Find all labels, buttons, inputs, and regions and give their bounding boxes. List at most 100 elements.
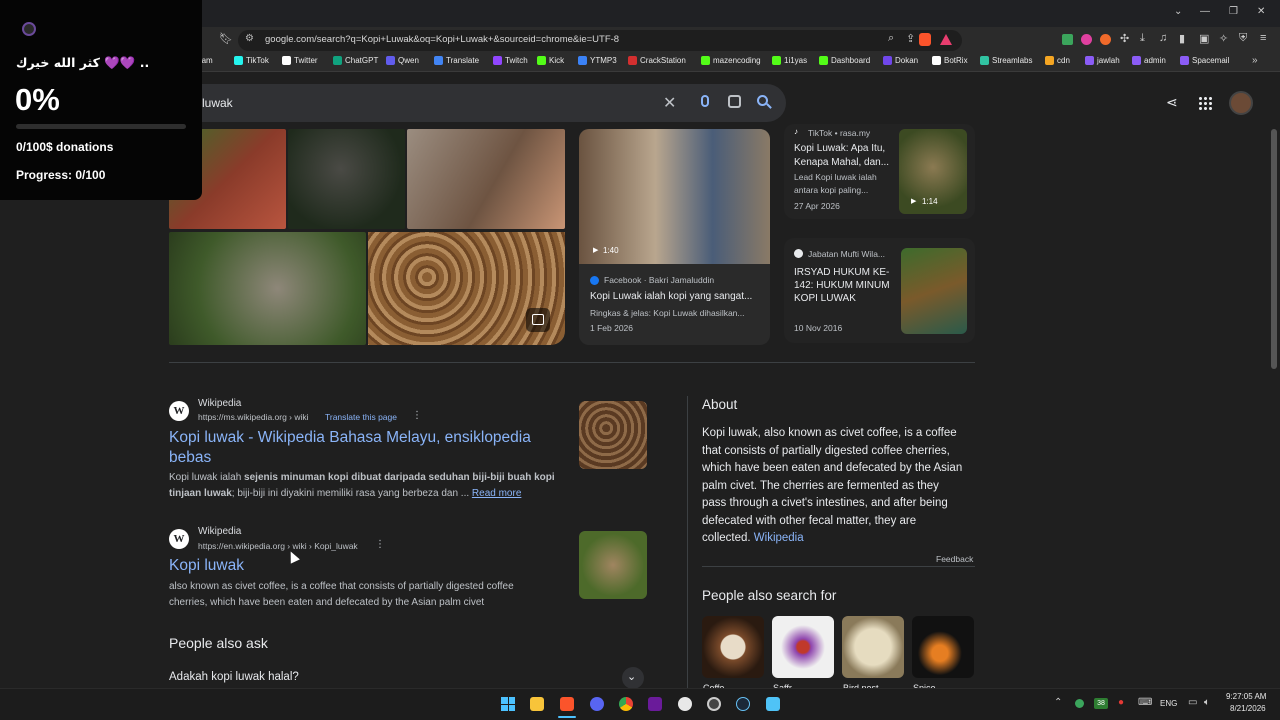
related-spice-image[interactable] (912, 616, 974, 678)
microphone-icon[interactable]: ● (1118, 697, 1124, 708)
result-url[interactable]: https://ms.wikipedia.org › wiki (198, 412, 309, 422)
related-coffee-image[interactable] (702, 616, 764, 678)
notepad-icon[interactable] (766, 697, 780, 711)
video-title[interactable]: Kopi Luwak ialah kopi yang sangat... (590, 290, 752, 303)
search-box[interactable] (170, 84, 786, 122)
keyboard-icon[interactable]: ⌨ (1138, 697, 1152, 708)
settings-icon[interactable] (678, 697, 692, 711)
bookmark-icon[interactable]: 🔖︎ (219, 32, 233, 45)
more-options-icon[interactable]: ⋮ (375, 539, 385, 550)
read-more-link[interactable]: Read more (472, 488, 521, 499)
hands-beans-image[interactable] (407, 129, 565, 229)
result-thumbnail[interactable] (579, 401, 647, 469)
network-icon[interactable]: ▭ (1188, 697, 1197, 708)
more-options-icon[interactable]: ⋮ (412, 410, 422, 421)
result-thumbnail[interactable] (579, 531, 647, 599)
bookmark-item[interactable]: BotRix (932, 56, 968, 65)
sidebar-icon[interactable]: ▮ (1179, 32, 1185, 45)
result-title[interactable]: Kopi luwak - Wikipedia Bahasa Melayu, en… (169, 428, 531, 448)
discord-icon[interactable] (590, 697, 604, 711)
video-thumbnail[interactable] (901, 248, 967, 334)
account-avatar[interactable] (1229, 91, 1253, 115)
share-page-icon[interactable]: ⇪ (906, 32, 915, 45)
related-saffron-image[interactable] (772, 616, 834, 678)
close-window-button[interactable]: ✕ (1257, 6, 1265, 17)
result-site-name[interactable]: Wikipedia (198, 398, 241, 409)
brave-rewards-icon[interactable] (940, 34, 952, 45)
bookmark-item[interactable]: CrackStation (628, 56, 686, 65)
related-bird-nest-image[interactable] (842, 616, 904, 678)
search-input[interactable]: luwak (202, 96, 233, 110)
video-title-line[interactable]: Kenapa Mahal, dan... (794, 156, 889, 169)
steam-icon[interactable] (736, 697, 750, 711)
bookmark-item[interactable]: Streamlabs (980, 56, 1032, 65)
tab-list-icon[interactable]: ⌄ (1174, 6, 1182, 17)
video-title-line[interactable]: 142: HUKUM MINUM (794, 279, 890, 292)
brave-browser-icon[interactable] (560, 697, 574, 711)
leo-ai-icon[interactable]: ✧ (1219, 32, 1228, 45)
voice-search-icon[interactable] (701, 95, 709, 107)
tray-badge[interactable]: 38 (1094, 698, 1108, 709)
bookmark-item[interactable]: Qwen (386, 56, 419, 65)
extension-icon[interactable] (1062, 34, 1073, 45)
lens-search-icon[interactable] (728, 95, 741, 108)
palm-civet-image[interactable] (169, 232, 366, 345)
extension-icon[interactable] (1081, 34, 1092, 45)
civet-image[interactable] (288, 129, 405, 229)
bookmark-item[interactable]: TikTok (234, 56, 269, 65)
windows-start-icon[interactable] (501, 697, 515, 711)
feedback-link[interactable]: Feedback (936, 554, 973, 564)
extension-icon[interactable] (1100, 34, 1111, 45)
bookmark-item[interactable]: Kick (537, 56, 564, 65)
next-app-icon[interactable] (648, 697, 662, 711)
bookmark-item[interactable]: Twitter (282, 56, 318, 65)
clear-search-icon[interactable]: ✕ (663, 93, 676, 113)
extensions-puzzle-icon[interactable]: ✣ (1120, 32, 1129, 45)
menu-icon[interactable]: ≡ (1260, 32, 1266, 44)
tray-overflow-icon[interactable]: ⌃ (1054, 697, 1062, 708)
scrollbar-thumb[interactable] (1271, 129, 1277, 369)
google-apps-icon[interactable] (1198, 96, 1212, 110)
volume-icon[interactable]: 🔈︎ (1204, 697, 1210, 708)
vpn-icon[interactable]: ⛨ (1239, 32, 1247, 45)
file-explorer-icon[interactable] (530, 697, 544, 711)
wallet-icon[interactable]: ▣ (1199, 32, 1209, 45)
obs-icon[interactable] (707, 697, 721, 711)
zoom-icon[interactable]: ⌕ (888, 32, 894, 45)
tray-app-icon[interactable] (1075, 699, 1084, 708)
share-icon[interactable]: ⋖ (1166, 94, 1178, 111)
site-settings-icon[interactable]: ⚙ (245, 33, 254, 44)
bookmark-item[interactable]: jawlah (1085, 56, 1120, 65)
download-icon[interactable]: ⤓ (1140, 32, 1145, 45)
bookmark-item[interactable]: YTMP3 (578, 56, 617, 65)
video-title-line[interactable]: KOPI LUWAK (794, 292, 856, 305)
video-title-line[interactable]: IRSYAD HUKUM KE- (794, 266, 889, 279)
bookmark-item[interactable]: admin (1132, 56, 1166, 65)
brave-shields-icon[interactable] (919, 33, 931, 46)
question-text[interactable]: Adakah kopi luwak halal? (169, 671, 299, 683)
maximize-button[interactable]: ❐ (1229, 6, 1238, 17)
more-bookmarks-button[interactable]: » (1252, 55, 1258, 66)
clock-date[interactable]: 8/21/2026 (1230, 704, 1266, 713)
result-title[interactable]: Kopi luwak (169, 556, 244, 576)
result-site-name[interactable]: Wikipedia (198, 526, 241, 537)
bookmark-item[interactable]: cdn (1045, 56, 1070, 65)
bookmark-item[interactable]: Twitch (493, 56, 528, 65)
bookmark-item[interactable]: ChatGPT (333, 56, 378, 65)
bookmark-item[interactable]: Dashboard (819, 56, 870, 65)
media-icon[interactable]: ♫ (1159, 32, 1167, 44)
video-title-line[interactable]: Kopi Luwak: Apa Itu, (794, 142, 885, 155)
clock-time[interactable]: 9:27:05 AM (1226, 692, 1266, 701)
result-title[interactable]: bebas (169, 448, 211, 468)
translate-page-link[interactable]: Translate this page (325, 412, 397, 422)
bookmark-item[interactable]: mazencoding (701, 56, 761, 65)
video-thumbnail[interactable] (579, 129, 770, 264)
bookmark-item[interactable]: 1i1yas (772, 56, 807, 65)
bookmark-item[interactable]: Dokan (883, 56, 918, 65)
minimize-button[interactable]: — (1200, 6, 1210, 17)
bookmark-item[interactable]: Translate (434, 56, 479, 65)
language-indicator[interactable]: ENG (1160, 699, 1177, 708)
bookmark-item[interactable]: Spacemail (1180, 56, 1229, 65)
wikipedia-source-link[interactable]: Wikipedia (754, 532, 804, 544)
chrome-icon[interactable] (619, 697, 633, 711)
